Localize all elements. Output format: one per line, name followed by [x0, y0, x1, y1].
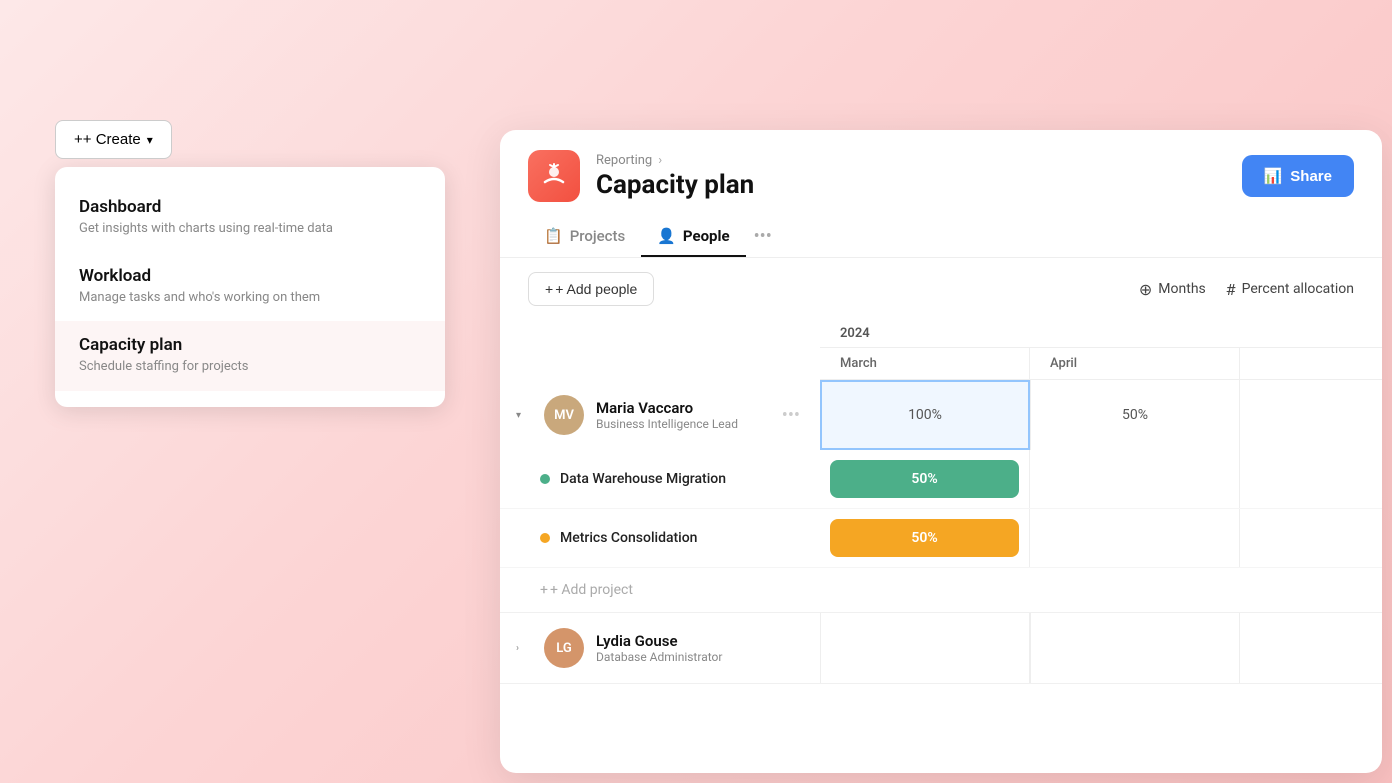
project-info-data-warehouse: Data Warehouse Migration: [500, 461, 820, 497]
page-title: Capacity plan: [596, 170, 754, 200]
main-panel: Reporting › Capacity plan 📊 Share 📋 Proj…: [500, 130, 1382, 773]
person-details-lydia: Lydia Gouse Database Administrator: [596, 632, 804, 664]
month-header-row: March April: [820, 348, 1382, 380]
metrics-name: Metrics Consolidation: [560, 530, 697, 546]
person-info-lydia: › LG Lydia Gouse Database Administrator: [500, 616, 820, 680]
maria-april-value: 50%: [1122, 407, 1148, 423]
person-menu-maria[interactable]: •••: [778, 405, 804, 426]
project-cell-metrics-march: 50%: [820, 509, 1030, 567]
clock-icon: ⊕: [1139, 280, 1152, 299]
project-cell-metrics-april: [1030, 509, 1240, 567]
person-name-maria: Maria Vaccaro: [596, 399, 766, 417]
chevron-icon: ▾: [147, 133, 153, 147]
person-main-maria: ▾ MV Maria Vaccaro Business Intelligence…: [500, 380, 1382, 450]
metrics-march-bar: 50%: [830, 519, 1019, 557]
menu-item-dashboard[interactable]: Dashboard Get insights with charts using…: [55, 183, 445, 252]
months-option[interactable]: ⊕ Months: [1139, 280, 1206, 299]
percent-label: Percent allocation: [1242, 281, 1354, 297]
metrics-dot: [540, 533, 550, 543]
add-people-button[interactable]: + + Add people: [528, 272, 654, 306]
year-header: 2024: [820, 320, 1382, 348]
maria-march-value: 100%: [908, 407, 942, 423]
person-main-lydia: › LG Lydia Gouse Database Administrator: [500, 613, 1382, 683]
avatar-maria: MV: [544, 395, 584, 435]
project-cells-metrics: 50%: [820, 509, 1382, 567]
year-label: 2024: [820, 320, 1240, 347]
header-left: Reporting › Capacity plan: [528, 150, 754, 202]
projects-icon: 📋: [544, 227, 563, 245]
add-project-label: + Add project: [550, 582, 633, 598]
dw-march-bar: 50%: [830, 460, 1019, 498]
months-label: Months: [1158, 281, 1205, 297]
create-label: + Create: [83, 131, 141, 148]
add-project-button[interactable]: + + Add project: [500, 568, 1382, 612]
toolbar: + + Add people ⊕ Months # Percent alloca…: [500, 258, 1382, 320]
create-button[interactable]: + + Create ▾: [55, 120, 172, 159]
project-row-data-warehouse: Data Warehouse Migration 50%: [500, 450, 1382, 509]
expand-arrow-maria[interactable]: ▾: [516, 410, 532, 421]
breadcrumb-arrow: ›: [658, 153, 662, 168]
person-row-maria: ▾ MV Maria Vaccaro Business Intelligence…: [500, 380, 1382, 613]
add-icon: +: [545, 281, 553, 297]
person-row-lydia: › LG Lydia Gouse Database Administrator: [500, 613, 1382, 684]
toolbar-right: ⊕ Months # Percent allocation: [1139, 280, 1354, 299]
menu-item-capacity-desc: Schedule staffing for projects: [79, 358, 421, 376]
data-warehouse-name: Data Warehouse Migration: [560, 471, 726, 487]
month-april: April: [1030, 348, 1240, 379]
breadcrumb-text: Reporting: [596, 153, 652, 168]
project-cell-dw-april: [1030, 450, 1240, 508]
add-project-icon: +: [540, 582, 548, 598]
person-details-maria: Maria Vaccaro Business Intelligence Lead: [596, 399, 766, 431]
person-role-maria: Business Intelligence Lead: [596, 417, 766, 431]
menu-item-dashboard-title: Dashboard: [79, 197, 421, 217]
project-info-metrics: Metrics Consolidation: [500, 520, 820, 556]
person-cell-lydia-march: [820, 613, 1030, 683]
panel-header: Reporting › Capacity plan 📊 Share: [500, 130, 1382, 202]
hash-icon: #: [1226, 280, 1236, 299]
plus-icon: +: [74, 131, 83, 148]
project-row-metrics: Metrics Consolidation 50%: [500, 509, 1382, 568]
tab-projects[interactable]: 📋 Projects: [528, 217, 641, 257]
tab-people[interactable]: 👤 People: [641, 217, 745, 257]
tab-projects-label: Projects: [570, 227, 626, 245]
project-cell-dw-march: 50%: [820, 450, 1030, 508]
tab-more-options[interactable]: •••: [746, 216, 780, 257]
grid-area: 2024 March April ▾ MV Maria Vaccaro Busi…: [500, 320, 1382, 773]
data-warehouse-dot: [540, 474, 550, 484]
menu-item-workload-desc: Manage tasks and who's working on them: [79, 289, 421, 307]
person-name-lydia: Lydia Gouse: [596, 632, 804, 650]
person-cells-maria: 100% 50%: [820, 380, 1382, 450]
expand-arrow-lydia[interactable]: ›: [516, 643, 532, 654]
share-label: Share: [1290, 168, 1332, 185]
tabs-bar: 📋 Projects 👤 People •••: [500, 216, 1382, 258]
menu-item-workload-title: Workload: [79, 266, 421, 286]
menu-item-dashboard-desc: Get insights with charts using real-time…: [79, 220, 421, 238]
menu-item-capacity-title: Capacity plan: [79, 335, 421, 355]
percent-option[interactable]: # Percent allocation: [1226, 280, 1354, 299]
person-cells-lydia: [820, 613, 1382, 683]
breadcrumb: Reporting ›: [596, 153, 754, 168]
share-button[interactable]: 📊 Share: [1242, 155, 1354, 197]
person-cell-maria-april: 50%: [1030, 380, 1240, 450]
person-info-maria: ▾ MV Maria Vaccaro Business Intelligence…: [500, 383, 820, 447]
tab-people-label: People: [683, 227, 730, 245]
people-icon: 👤: [657, 227, 676, 245]
header-text: Reporting › Capacity plan: [596, 153, 754, 200]
share-icon: 📊: [1264, 167, 1283, 185]
person-role-lydia: Database Administrator: [596, 650, 804, 664]
person-cell-maria-march: 100%: [820, 380, 1030, 450]
month-march: March: [820, 348, 1030, 379]
person-cell-lydia-april: [1030, 613, 1240, 683]
add-people-label: + Add people: [555, 281, 637, 297]
people-section: ▾ MV Maria Vaccaro Business Intelligence…: [500, 380, 1382, 773]
avatar-lydia: LG: [544, 628, 584, 668]
app-icon: [528, 150, 580, 202]
left-dropdown-panel: + + Create ▾ Dashboard Get insights with…: [55, 120, 445, 407]
project-cells-data-warehouse: 50%: [820, 450, 1382, 508]
menu-item-capacity[interactable]: Capacity plan Schedule staffing for proj…: [55, 321, 445, 390]
menu-item-workload[interactable]: Workload Manage tasks and who's working …: [55, 252, 445, 321]
dropdown-menu: Dashboard Get insights with charts using…: [55, 167, 445, 407]
